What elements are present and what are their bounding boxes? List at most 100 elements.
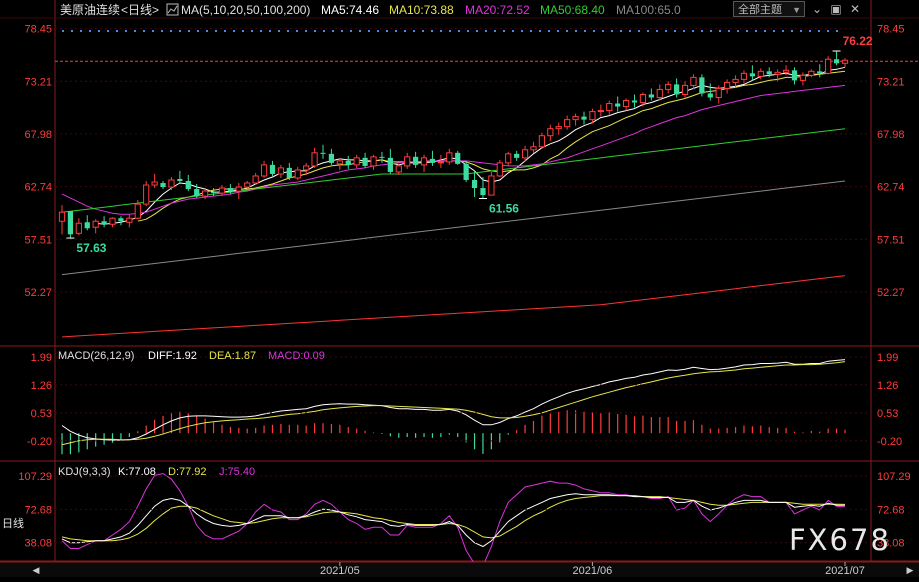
candle-body-down [269,164,276,174]
top-marker-dot [422,30,424,32]
candle-body-up [420,157,428,166]
candle-body-up [572,116,579,121]
top-marker-dot [368,30,370,32]
candle-body-up [202,190,209,197]
candle-body-up [724,81,731,89]
ma-legend-label: MA(5,10,20,50,100,200) [181,3,310,17]
x-tick-label: 2021/07 [825,565,865,577]
y-tick-label-left: 57.51 [24,234,52,246]
candle-body-down [328,153,335,163]
top-marker-dot [791,30,793,32]
y-tick-label-right: 57.51 [877,234,905,246]
top-marker-dot [710,30,712,32]
macd-tick-left: -0.20 [27,436,52,448]
top-marker-dot [80,30,82,32]
candle-body-down [379,156,385,158]
candle-body-up [404,156,411,167]
candle-body-up [218,187,226,194]
kdj-y-axis: 107.29 107.2972.68 72.6838.08 38.08 [18,471,910,549]
top-marker-dot [98,30,100,32]
period-tab-label[interactable]: 日线 [2,516,24,530]
top-marker-dot [269,30,271,32]
candle-body-down [286,167,292,178]
candle-body-down [177,178,183,181]
top-marker-dot [314,30,316,32]
ma-legend-icon[interactable] [166,3,179,16]
symbol-title: 美原油连续 [60,2,120,17]
top-marker-dot [359,30,361,32]
candle-body-down [84,222,90,229]
top-marker-dot [458,30,460,32]
scroll-right-icon[interactable]: ▶ [904,563,916,577]
candlestick-series [58,51,849,239]
top-marker-dot [566,30,568,32]
ma10-legend: MA10:73.88 [389,3,454,17]
top-marker-dot [215,30,217,32]
kdj-j-line [61,472,846,567]
chevron-down-icon: ▼ [792,5,801,15]
main-grid [55,28,919,293]
top-marker-dot [233,30,235,32]
candle-body-up [294,169,301,179]
candle-body-up [277,167,285,175]
scroll-left-icon[interactable]: ◀ [30,563,42,577]
theme-select-button[interactable]: 全部主题 ▼ [733,1,805,17]
macd-dea-legend: DEA:1.87 [209,350,256,362]
close-icon[interactable]: ✕ [848,1,862,17]
top-marker-dot [341,30,343,32]
kdj-j-legend: J:75.40 [219,466,255,478]
top-marker-dot [737,30,739,32]
y-tick-label-left: 52.27 [24,287,52,299]
date-x-axis: 2021/05 2021/06 2021/07 [0,561,919,577]
top-marker-dot [134,30,136,32]
top-marker-dot [719,30,721,32]
macd-diff-legend: DIFF:1.92 [148,350,197,362]
top-marker-dot [467,30,469,32]
candle-body-down [514,153,520,158]
top-marker-dot [701,30,703,32]
top-marker-dot [161,30,163,32]
top-marker-dot [674,30,676,32]
theme-select-label: 全部主题 [738,4,782,16]
candle-body-up [505,153,512,164]
y-tick-label-left: 62.74 [24,182,52,194]
top-marker-dot [818,30,820,32]
candle-body-down [791,70,798,81]
y-tick-label-right: 67.98 [877,129,905,141]
top-marker-dot [629,30,631,32]
candle-body-up [732,78,739,83]
candle-body-up [92,220,99,228]
top-marker-dot [611,30,613,32]
candle-body-up [799,74,807,81]
candle-body-up [151,181,158,186]
maximize-icon[interactable]: ▣ [829,1,843,17]
low-annotation: 61.56 [489,202,519,216]
candle-body-up [841,59,849,64]
period-label: <日线> [121,3,159,17]
top-marker-dot [71,30,73,32]
top-marker-dot [494,30,496,32]
macd-tick-right: 0.53 [877,408,898,420]
kdj-tick-left: 107.29 [18,471,52,483]
top-marker-dot [170,30,172,32]
candle-body-up [622,100,630,108]
candle-body-down [185,180,191,190]
y-tick-label-left: 67.98 [24,129,52,141]
macd-tick-left: 0.53 [31,408,52,420]
candle-body-down [227,188,233,192]
top-marker-dot [683,30,685,32]
candle-body-up [656,88,663,98]
top-marker-dot [548,30,550,32]
candle-body-up [690,76,697,86]
ma100-legend: MA100:65.0 [616,3,681,17]
chevron-down-icon[interactable]: ⌄ [810,1,824,17]
top-marker-dot [584,30,586,32]
candle-body-up [808,70,815,76]
candle-body-up [143,184,150,205]
candle-body-up [564,119,571,128]
low-annotation: 57.63 [76,241,106,255]
candle-body-up [496,162,503,177]
candle-body-up [538,135,546,148]
candle-body-down [210,192,217,194]
top-marker-dot [764,30,766,32]
